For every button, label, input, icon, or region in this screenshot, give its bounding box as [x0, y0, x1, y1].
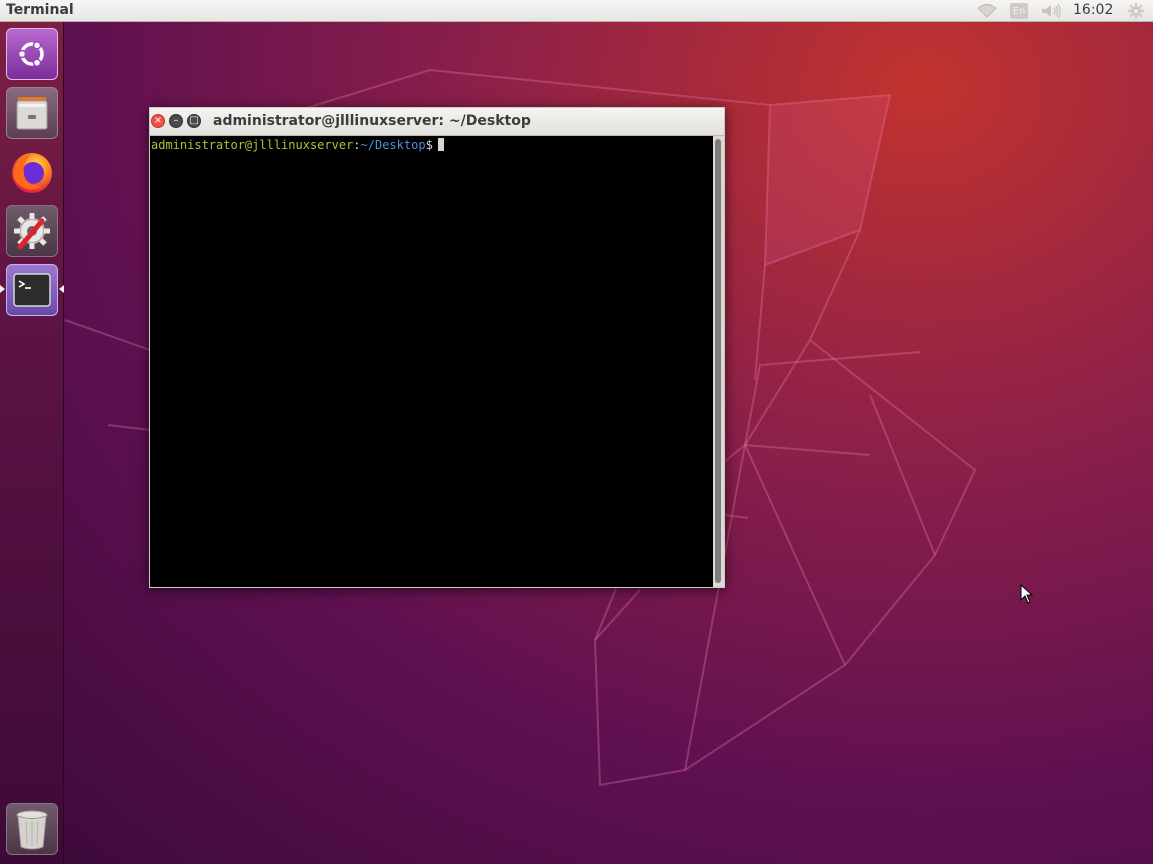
terminal-text-area[interactable]: administrator@jlllinuxserver:~/Desktop$ [150, 136, 713, 587]
trash-icon [16, 810, 48, 850]
launcher-firefox[interactable] [6, 146, 58, 198]
firefox-icon [12, 153, 52, 193]
launcher-system-settings[interactable] [6, 205, 58, 257]
launcher-terminal[interactable] [6, 264, 58, 316]
gear-icon[interactable] [1125, 2, 1147, 20]
terminal-icon [13, 273, 51, 307]
terminal-window[interactable]: × – □ administrator@jlllinuxserver: ~/De… [149, 107, 725, 588]
window-titlebar[interactable]: × – □ administrator@jlllinuxserver: ~/De… [150, 108, 724, 136]
window-title: administrator@jlllinuxserver: ~/Desktop [213, 113, 531, 129]
settings-wrench-icon [14, 213, 50, 250]
clock[interactable]: 16:02 [1073, 2, 1113, 18]
maximize-button[interactable]: □ [187, 114, 201, 128]
launcher-trash[interactable] [6, 803, 58, 855]
wifi-icon[interactable] [976, 2, 998, 20]
mouse-pointer-icon [1020, 584, 1034, 604]
desktop[interactable]: Terminal En 16:02 × – □ administrator@jl… [0, 0, 1153, 864]
prompt-user-host: administrator@jlllinuxserver [151, 138, 354, 152]
keyboard-layout-icon[interactable]: En [1009, 2, 1029, 20]
active-indicator-right [59, 285, 64, 293]
prompt-symbol: $ [425, 138, 433, 152]
prompt-separator: : [353, 138, 361, 152]
close-button[interactable]: × [151, 114, 165, 128]
launcher-ubuntu-dash[interactable] [6, 28, 58, 80]
close-icon: × [153, 115, 163, 126]
active-indicator-left [0, 285, 5, 293]
launcher-files[interactable] [6, 87, 58, 139]
prompt-path: ~/Desktop [360, 138, 426, 152]
text-cursor [437, 138, 444, 151]
terminal-scrollbar[interactable] [713, 136, 724, 587]
top-panel: Terminal En 16:02 [0, 0, 1153, 22]
ubuntu-logo-icon [17, 41, 44, 67]
minimize-icon: – [173, 115, 179, 126]
file-cabinet-icon [16, 97, 48, 130]
launcher [0, 22, 64, 864]
maximize-icon: □ [189, 115, 199, 126]
scrollbar-thumb[interactable] [715, 139, 721, 583]
minimize-button[interactable]: – [169, 114, 183, 128]
active-app-name: Terminal [6, 2, 74, 18]
volume-icon[interactable] [1040, 2, 1062, 20]
prompt-line: administrator@jlllinuxserver:~/Desktop$ [151, 138, 444, 152]
keyboard-layout-label: En [1010, 3, 1028, 19]
